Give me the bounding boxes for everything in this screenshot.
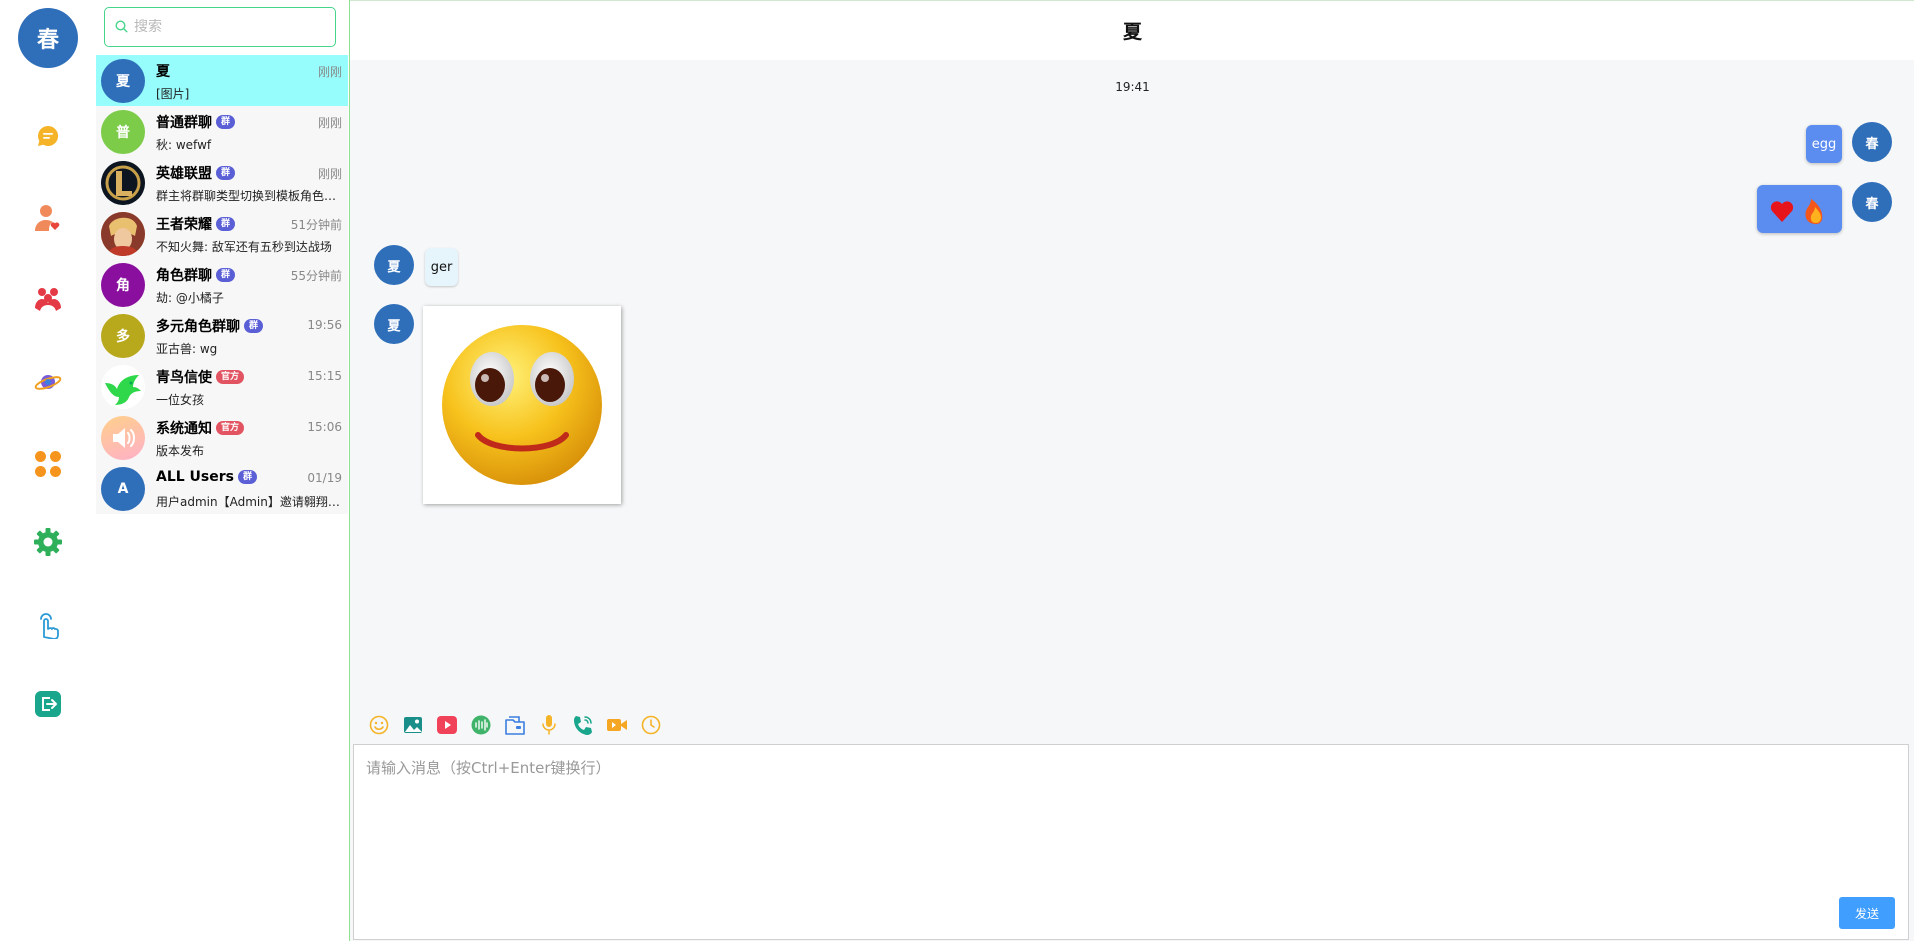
conversation-preview: 秋: wefwf [156,138,212,152]
league-logo-avatar [101,161,145,205]
emoji-icon[interactable] [362,712,396,738]
sender-avatar[interactable]: 春 [1852,122,1892,162]
conversation-preview: 群主将群聊类型切换到模板角色群聊 [156,189,342,203]
planet-icon[interactable] [30,364,66,400]
search-icon [115,18,128,37]
chat-app: 春 搜索 夏 夏 刚刚 [图片] 普 普通群聊 群 刚刚 秋: wefwf 英雄… [0,0,1914,941]
conversation-preview: 劫: @小橘子 [156,291,224,305]
avatar: 夏 [101,59,145,103]
video-call-icon[interactable] [600,712,634,738]
conversation-item[interactable]: 夏 夏 刚刚 [图片] [96,55,348,106]
conversation-item[interactable]: 青鸟信使 官方 15:15 一位女孩 [96,361,348,412]
message-composer: 发送 [353,744,1909,940]
conversation-name: 青鸟信使 [156,370,212,386]
search-box[interactable] [104,7,336,47]
conversation-time: 19:56 [307,318,342,332]
settings-gear-icon[interactable] [30,524,66,560]
heart-fire-emoji [1770,199,1822,224]
message-bubble[interactable]: ger [425,248,458,286]
tap-hand-icon[interactable] [30,606,66,642]
smiley-face-image [442,325,602,485]
chat-bubble-icon[interactable] [30,118,66,154]
avatar: 普 [101,110,145,154]
conversation-preview: [图片] [156,87,190,101]
conversation-time: 15:15 [307,369,342,383]
official-badge: 官方 [216,370,245,384]
left-nav: 春 [0,0,96,941]
bluebird-avatar [101,365,145,409]
voice-wave-icon[interactable] [464,712,498,738]
conversation-item[interactable]: A ALL Users群 01/19 用户admin【Admin】邀请翱翔加入群… [96,463,348,514]
message-bubble[interactable]: egg [1806,125,1842,163]
conversation-item[interactable]: 角 角色群聊群 55分钟前 劫: @小橘子 [96,259,348,310]
sender-avatar[interactable]: 夏 [374,245,414,285]
conversation-preview: 用户admin【Admin】邀请翱翔加入群聊 [156,495,342,509]
conversation-name: 系统通知 [156,421,212,437]
avatar: A [101,467,145,511]
conversation-item[interactable]: 英雄联盟群 刚刚 群主将群聊类型切换到模板角色群聊 [96,157,348,208]
group-badge: 群 [216,115,236,129]
conversation-time: 15:06 [307,420,342,434]
group-badge: 群 [216,268,236,282]
conversation-name: ALL Users [156,469,234,485]
conversation-preview: 版本发布 [156,444,205,458]
conversation-time: 51分钟前 [290,218,342,232]
conversation-name: 普通群聊 [156,115,212,131]
file-icon[interactable] [498,712,532,738]
conversation-time: 刚刚 [317,116,342,130]
conversation-time: 刚刚 [317,167,342,181]
conversation-time: 刚刚 [317,65,342,79]
send-button[interactable]: 发送 [1839,897,1895,929]
chat-title: 夏 [350,0,1914,60]
sender-avatar[interactable]: 春 [1852,182,1892,222]
logout-icon[interactable] [30,686,66,722]
group-badge: 群 [216,217,236,231]
conversation-item[interactable]: 多 多元角色群聊群 19:56 亚古兽: wg [96,310,348,361]
avatar: 多 [101,314,145,358]
conversation-name: 英雄联盟 [156,166,212,182]
conversation-time: 55分钟前 [290,269,342,283]
hero-portrait-avatar [101,212,145,256]
image-message[interactable] [423,306,621,504]
conversation-name: 夏 [156,64,170,80]
message-input[interactable] [354,745,1908,939]
conversation-name: 多元角色群聊 [156,319,240,335]
avatar: 角 [101,263,145,307]
conversation-preview: 一位女孩 [156,393,205,407]
composer-toolbar [362,712,668,738]
conversation-name: 角色群聊 [156,268,212,284]
message-timestamp: 19:41 [1115,80,1150,94]
search-input[interactable] [134,19,324,35]
group-badge: 群 [244,319,264,333]
conversation-item[interactable]: 王者荣耀群 51分钟前 不知火舞: 敌军还有五秒到达战场 [96,208,348,259]
group-badge: 群 [216,166,236,180]
phone-call-icon[interactable] [566,712,600,738]
official-badge: 官方 [216,421,245,435]
history-clock-icon[interactable] [634,712,668,738]
conversation-name: 王者荣耀 [156,217,212,233]
conversation-item[interactable]: 系统通知 官方 15:06 版本发布 [96,412,348,463]
conversation-item[interactable]: 普 普通群聊群 刚刚 秋: wefwf [96,106,348,157]
conversation-list: 夏 夏 刚刚 [图片] 普 普通群聊群 刚刚 秋: wefwf 英雄联盟群 刚刚… [96,0,348,941]
image-icon[interactable] [396,712,430,738]
emoji-message-bubble[interactable] [1757,185,1842,233]
apps-grid-icon[interactable] [30,446,66,482]
speaker-icon [101,416,145,460]
video-icon[interactable] [430,712,464,738]
chat-panel: 夏 19:41 egg 春 春 夏 ger 夏 请输入消息（按Ctrl+Ente… [349,0,1914,941]
contacts-heart-icon[interactable] [30,200,66,236]
sender-avatar[interactable]: 夏 [374,304,414,344]
conversation-preview: 亚古兽: wg [156,342,218,356]
conversation-preview: 不知火舞: 敌军还有五秒到达战场 [156,240,332,254]
group-icon[interactable] [30,282,66,318]
microphone-icon[interactable] [532,712,566,738]
group-badge: 群 [237,470,257,484]
conversation-time: 01/19 [307,471,342,485]
user-avatar[interactable]: 春 [18,8,78,68]
